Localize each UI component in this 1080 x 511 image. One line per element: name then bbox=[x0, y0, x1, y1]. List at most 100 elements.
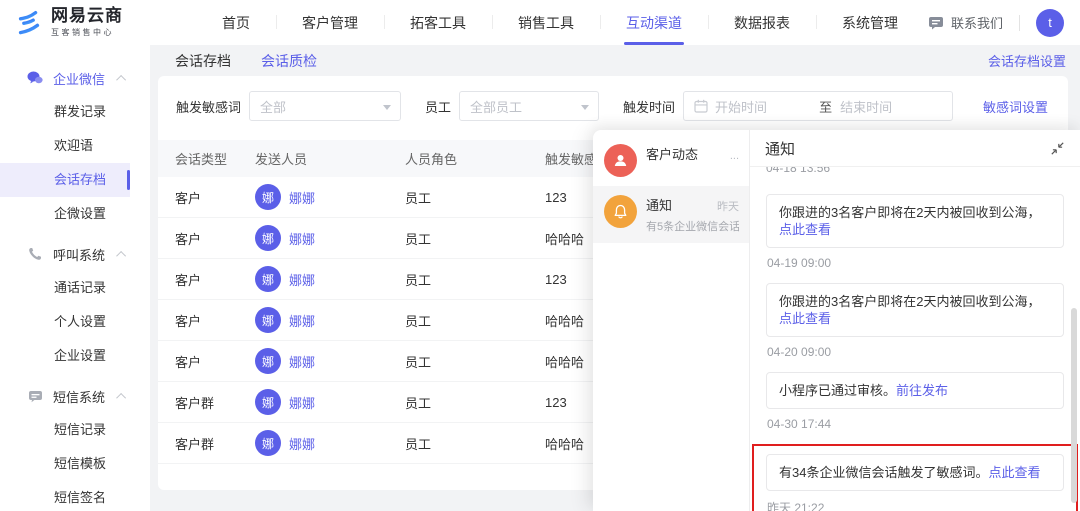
conversation-title: 通知 bbox=[646, 198, 673, 213]
sender-avatar: 娜 bbox=[255, 430, 281, 456]
nav-item-sales-tools[interactable]: 销售工具 bbox=[492, 0, 600, 45]
person-icon bbox=[604, 144, 637, 177]
app-window: 网易云商 互客销售中心 首页 客户管理 拓客工具 销售工具 互动渠道 数据报表 … bbox=[0, 0, 1080, 511]
sidebar-item-personal-settings[interactable]: 个人设置 bbox=[0, 305, 130, 339]
nav-item-data-reports[interactable]: 数据报表 bbox=[708, 0, 816, 45]
trigger-time-filter-label: 触发时间 bbox=[623, 99, 676, 115]
conversation-time: 昨天 bbox=[717, 201, 739, 213]
cell-role: 员工 bbox=[405, 436, 432, 452]
nav-item-customer-management[interactable]: 客户管理 bbox=[276, 0, 384, 45]
main-nav: 首页 客户管理 拓客工具 销售工具 互动渠道 数据报表 系统管理 bbox=[196, 0, 924, 45]
message-timestamp: 04-20 09:00 bbox=[767, 345, 832, 359]
brand-subtitle: 互客销售中心 bbox=[51, 28, 114, 37]
conversation-item-customer-activity[interactable]: 客户动态 ... bbox=[593, 135, 749, 186]
sender-name-link[interactable]: 娜娜 bbox=[289, 311, 315, 330]
staff-select[interactable]: 全部员工 bbox=[459, 91, 600, 121]
chevron-down-icon bbox=[383, 105, 392, 110]
cell-role: 员工 bbox=[405, 272, 432, 288]
brand-logo[interactable]: 网易云商 互客销售中心 bbox=[14, 7, 154, 38]
sidebar-item-wecom-settings[interactable]: 企微设置 bbox=[0, 197, 130, 231]
notification-detail: 通知 04-18 13:56 你跟进的3名客户即将在2天内被回收到公海， 点此查看… bbox=[750, 130, 1080, 511]
sender-avatar: 娜 bbox=[255, 307, 281, 333]
wechat-icon bbox=[27, 70, 43, 86]
tab-session-quality-check[interactable]: 会话质检 bbox=[259, 51, 319, 79]
sidebar-group-label: 呼叫系统 bbox=[53, 247, 106, 263]
publish-link[interactable]: 前往发布 bbox=[896, 383, 948, 398]
sender-name-link[interactable]: 娜娜 bbox=[289, 229, 315, 248]
bell-icon bbox=[604, 195, 637, 228]
sender-name-link[interactable]: 娜娜 bbox=[289, 270, 315, 289]
sidebar-item-welcome-message[interactable]: 欢迎语 bbox=[0, 129, 130, 163]
chevron-up-icon bbox=[116, 74, 127, 85]
sender-name-link[interactable]: 娜娜 bbox=[289, 352, 315, 371]
chat-bubble-icon bbox=[928, 16, 943, 29]
range-separator: 至 bbox=[819, 99, 833, 115]
sidebar-group-sms-system[interactable]: 短信系统 bbox=[0, 379, 150, 413]
cell-role: 员工 bbox=[405, 313, 432, 329]
contact-us-button[interactable]: 联系我们 bbox=[928, 13, 1003, 32]
sender-avatar: 娜 bbox=[255, 184, 281, 210]
message-text: 你跟进的3名客户即将在2天内被回收到公海， bbox=[779, 205, 1041, 220]
cell-role: 员工 bbox=[405, 190, 432, 206]
contact-us-label: 联系我们 bbox=[950, 16, 1003, 31]
scrollbar[interactable] bbox=[1071, 308, 1077, 503]
trigger-time-range-input[interactable]: 开始时间 至 结束时间 bbox=[683, 91, 954, 121]
cell-session-type: 客户 bbox=[175, 313, 202, 329]
start-time-placeholder: 开始时间 bbox=[715, 99, 768, 115]
staff-select-value: 全部员工 bbox=[470, 99, 523, 115]
message-timestamp: 04-30 17:44 bbox=[767, 417, 832, 431]
sender-avatar: 娜 bbox=[255, 389, 281, 415]
sidebar: 企业微信 群发记录 欢迎语 会话存档 企微设置 呼叫系统 通话记录 个人设置 企… bbox=[0, 45, 150, 511]
sidebar-group-wecom[interactable]: 企业微信 bbox=[0, 61, 150, 95]
notification-message-highlighted: 有34条企业微信会话触发了敏感词。点此查看 bbox=[766, 454, 1064, 491]
sensitive-word-select-value: 全部 bbox=[260, 99, 287, 115]
notification-detail-title: 通知 bbox=[765, 140, 796, 158]
nav-item-home[interactable]: 首页 bbox=[196, 0, 276, 45]
chevron-up-icon bbox=[116, 250, 127, 261]
sidebar-item-session-archive[interactable]: 会话存档 bbox=[0, 163, 130, 197]
notification-message: 小程序已通过审核。前往发布 bbox=[766, 372, 1064, 409]
user-avatar[interactable]: t bbox=[1036, 8, 1064, 37]
column-header-session-type: 会话类型 bbox=[175, 152, 228, 167]
column-header-sender: 发送人员 bbox=[255, 152, 308, 167]
sidebar-group-label: 短信系统 bbox=[53, 389, 106, 405]
sidebar-item-sms-templates[interactable]: 短信模板 bbox=[0, 447, 130, 481]
sidebar-group-call-system[interactable]: 呼叫系统 bbox=[0, 237, 150, 271]
notification-message: 你跟进的3名客户即将在2天内被回收到公海， 点此查看 bbox=[766, 283, 1064, 337]
conversation-item-notifications[interactable]: 通知 昨天 有5条企业微信会话触发... bbox=[593, 186, 749, 243]
collapse-icon[interactable] bbox=[1050, 141, 1065, 156]
sender-name-link[interactable]: 娜娜 bbox=[289, 188, 315, 207]
view-details-link[interactable]: 点此查看 bbox=[779, 311, 831, 326]
tab-session-archive[interactable]: 会话存档 bbox=[175, 51, 231, 71]
sensitive-word-select[interactable]: 全部 bbox=[249, 91, 402, 121]
conversation-title: 客户动态 bbox=[646, 147, 699, 162]
nav-item-interactive-channels[interactable]: 互动渠道 bbox=[600, 0, 708, 45]
phone-icon bbox=[27, 246, 43, 262]
cell-session-type: 客户群 bbox=[175, 436, 215, 452]
cell-session-type: 客户 bbox=[175, 190, 202, 206]
brand-title: 网易云商 bbox=[51, 6, 123, 25]
sidebar-item-enterprise-settings[interactable]: 企业设置 bbox=[0, 339, 130, 373]
nav-item-prospecting-tools[interactable]: 拓客工具 bbox=[384, 0, 492, 45]
sidebar-item-group-send-records[interactable]: 群发记录 bbox=[0, 95, 130, 129]
tab-bar: 会话存档 会话质检 会话存档设置 bbox=[150, 45, 1080, 79]
archive-settings-link[interactable]: 会话存档设置 bbox=[988, 51, 1066, 70]
chevron-down-icon bbox=[581, 105, 590, 110]
chevron-up-icon bbox=[116, 392, 127, 403]
view-details-link[interactable]: 点此查看 bbox=[779, 222, 831, 237]
conversation-preview: 有5条企业微信会话触发... bbox=[646, 221, 739, 233]
sensitive-word-settings-link[interactable]: 敏感词设置 bbox=[983, 97, 1048, 116]
sender-name-link[interactable]: 娜娜 bbox=[289, 434, 315, 453]
sender-name-link[interactable]: 娜娜 bbox=[289, 393, 315, 412]
notification-conversation-list: 客户动态 ... 通知 昨天 有5条企业微信会话 bbox=[593, 130, 750, 511]
view-details-link[interactable]: 点此查看 bbox=[988, 465, 1040, 480]
cell-session-type: 客户 bbox=[175, 354, 202, 370]
sidebar-item-sms-records[interactable]: 短信记录 bbox=[0, 413, 130, 447]
end-time-placeholder: 结束时间 bbox=[840, 99, 893, 115]
sidebar-item-call-records[interactable]: 通话记录 bbox=[0, 271, 130, 305]
sidebar-item-sms-signatures[interactable]: 短信签名 bbox=[0, 481, 130, 511]
nav-item-system-management[interactable]: 系统管理 bbox=[816, 0, 924, 45]
cell-session-type: 客户 bbox=[175, 272, 202, 288]
sender-avatar: 娜 bbox=[255, 348, 281, 374]
sender-avatar: 娜 bbox=[255, 266, 281, 292]
